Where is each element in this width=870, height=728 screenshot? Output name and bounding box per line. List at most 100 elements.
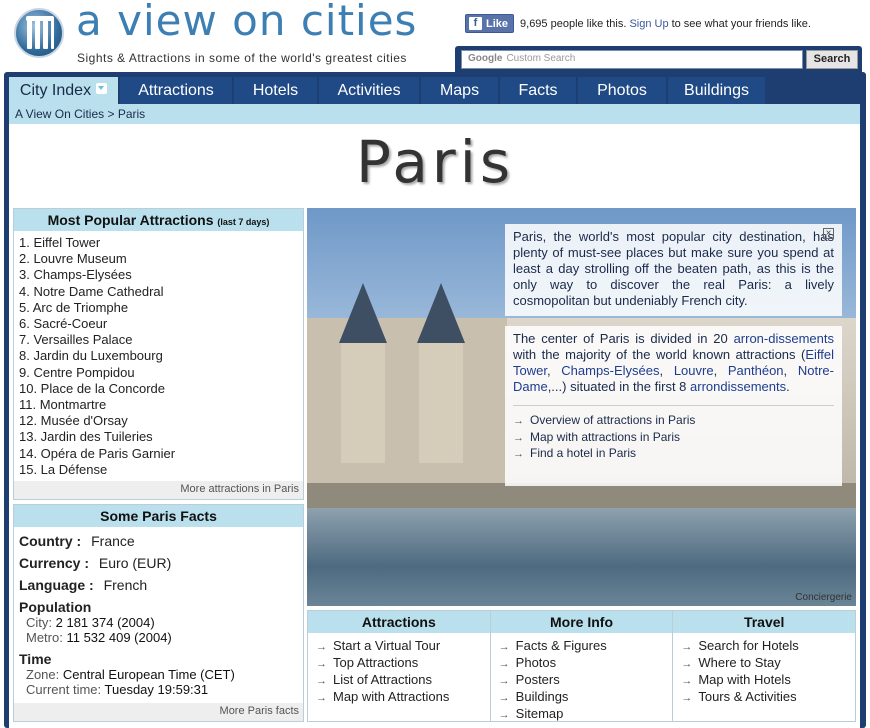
list-item[interactable]: → Facts & Figures bbox=[499, 638, 673, 655]
arrow-right-icon: → bbox=[498, 658, 510, 670]
list-item[interactable]: 12. Musée d'Orsay bbox=[19, 413, 303, 429]
list-item[interactable]: → Top Attractions bbox=[316, 655, 490, 672]
tab-city-index[interactable]: City Index bbox=[9, 77, 118, 104]
list-item[interactable]: → Map with attractions in Paris bbox=[513, 430, 834, 447]
tab-photos[interactable]: Photos bbox=[578, 77, 666, 104]
arrow-right-icon: → bbox=[498, 692, 510, 704]
arrow-right-icon: → bbox=[316, 658, 327, 670]
population-heading: Population bbox=[19, 599, 92, 615]
list-item[interactable]: 8. Jardin du Luxembourg bbox=[19, 348, 303, 364]
facebook-like-button[interactable]: f Like bbox=[465, 14, 515, 33]
more-attractions-link[interactable]: More attractions in Paris bbox=[14, 481, 303, 499]
list-item[interactable]: → Photos bbox=[499, 655, 673, 672]
list-item[interactable]: 3. Champs-Elysées bbox=[19, 267, 303, 283]
arrow-right-icon: → bbox=[681, 675, 693, 687]
logo-icon[interactable] bbox=[14, 8, 64, 58]
arrow-right-icon: → bbox=[498, 709, 510, 721]
fact-language: Language : French bbox=[19, 577, 148, 593]
arrow-right-icon: → bbox=[681, 641, 693, 653]
chevron-down-icon[interactable] bbox=[96, 83, 108, 94]
facts-title: Some Paris Facts bbox=[14, 505, 303, 527]
fact-current-time: Current time: Tuesday 19:59:31 bbox=[26, 682, 209, 697]
tab-buildings[interactable]: Buildings bbox=[668, 77, 765, 104]
travel-column: Travel → Search for Hotels → Where to Stay… bbox=[673, 611, 856, 721]
site-tagline: Sights & Attractions in some of the worl… bbox=[77, 51, 407, 65]
list-item[interactable]: → Search for Hotels bbox=[681, 638, 855, 655]
arrow-right-icon: → bbox=[316, 675, 327, 687]
facebook-count: 9,695 people like this. bbox=[520, 17, 627, 30]
arrow-right-icon: → bbox=[681, 658, 693, 670]
fact-city-population: City: 2 181 374 (2004) bbox=[26, 615, 155, 630]
arrow-right-icon: → bbox=[316, 692, 327, 704]
more-info-column: More Info → Facts & Figures → Photos → Post… bbox=[490, 611, 674, 723]
list-item[interactable]: → Sitemap bbox=[499, 706, 673, 723]
travel-heading: Travel bbox=[673, 611, 856, 633]
list-item[interactable]: 11. Montmartre bbox=[19, 397, 303, 413]
facebook-like-widget: f Like 9,695 people like this. Sign Up to… bbox=[465, 14, 811, 33]
list-item[interactable]: → List of Attractions bbox=[316, 672, 490, 689]
list-item[interactable]: 13. Jardin des Tuileries bbox=[19, 429, 303, 445]
list-item[interactable]: 2. Louvre Museum bbox=[19, 251, 303, 267]
center-text: The center of Paris is divided in 20 arr… bbox=[513, 331, 834, 394]
list-item[interactable]: → Where to Stay bbox=[681, 655, 855, 672]
arrow-right-icon: → bbox=[498, 675, 510, 687]
list-item[interactable]: → Find a hotel in Paris bbox=[513, 446, 834, 463]
champs-elysees-link[interactable]: Champs-Elysées bbox=[561, 363, 659, 378]
paris-facts-box: Some Paris Facts Country : France Curren… bbox=[13, 504, 304, 722]
list-item[interactable]: → Map with Attractions bbox=[316, 689, 490, 706]
search-input[interactable]: Google Custom Search bbox=[461, 50, 803, 69]
fact-country: Country : France bbox=[19, 533, 135, 549]
arrow-right-icon: → bbox=[316, 641, 327, 653]
list-item[interactable]: 1. Eiffel Tower bbox=[19, 235, 303, 251]
arrondissements-link-2[interactable]: arrondissements bbox=[690, 379, 786, 394]
list-item[interactable]: 15. La Défense bbox=[19, 462, 303, 478]
arrow-right-icon: → bbox=[513, 431, 524, 444]
breadcrumb[interactable]: A View On Cities > Paris bbox=[9, 104, 860, 124]
arrow-right-icon: → bbox=[513, 415, 524, 427]
list-item[interactable]: 9. Centre Pompidou bbox=[19, 365, 303, 381]
fact-zone: Zone: Central European Time (CET) bbox=[26, 667, 235, 682]
list-item[interactable]: → Overview of attractions in Paris bbox=[513, 413, 834, 430]
quick-links: → Overview of attractions in Paris → Map w… bbox=[513, 405, 834, 463]
tab-maps[interactable]: Maps bbox=[421, 77, 498, 104]
list-item[interactable]: 14. Opéra de Paris Garnier bbox=[19, 446, 303, 462]
more-facts-link[interactable]: More Paris facts bbox=[14, 703, 303, 721]
arrow-right-icon: → bbox=[498, 641, 510, 653]
list-item[interactable]: 6. Sacré-Coeur bbox=[19, 316, 303, 332]
intro-panel: × Paris, the world's most popular city d… bbox=[505, 224, 842, 316]
list-item[interactable]: → Posters bbox=[499, 672, 673, 689]
pantheon-link[interactable]: Panthéon bbox=[728, 363, 784, 378]
photo-caption: Conciergerie bbox=[795, 592, 852, 603]
list-item[interactable]: 7. Versailles Palace bbox=[19, 332, 303, 348]
center-panel: The center of Paris is divided in 20 arr… bbox=[505, 326, 842, 486]
fact-metro-population: Metro: 11 532 409 (2004) bbox=[26, 630, 172, 645]
tab-hotels[interactable]: Hotels bbox=[234, 77, 317, 104]
page-title: Paris bbox=[355, 128, 515, 196]
main-nav: City Index Attractions Hotels Activities… bbox=[9, 77, 767, 105]
attractions-column: Attractions → Start a Virtual Tour → Top A… bbox=[308, 611, 491, 721]
time-heading: Time bbox=[19, 651, 52, 667]
intro-text: Paris, the world's most popular city des… bbox=[513, 229, 834, 308]
list-item[interactable]: 5. Arc de Triomphe bbox=[19, 300, 303, 316]
search-bar: Google Custom Search Search bbox=[455, 46, 862, 72]
facebook-signup-link[interactable]: Sign Up bbox=[629, 18, 668, 30]
fact-currency: Currency : Euro (EUR) bbox=[19, 555, 172, 571]
tab-attractions[interactable]: Attractions bbox=[120, 77, 232, 104]
site-title[interactable]: a view on cities bbox=[76, 0, 417, 45]
list-item[interactable]: → Start a Virtual Tour bbox=[316, 638, 490, 655]
list-item[interactable]: 4. Notre Dame Cathedral bbox=[19, 284, 303, 300]
list-item[interactable]: 10. Place de la Concorde bbox=[19, 381, 303, 397]
popular-attractions-box: Most Popular Attractions (last 7 days) 1… bbox=[13, 208, 304, 500]
facebook-tail: to see what your friends like. bbox=[671, 17, 811, 30]
tab-activities[interactable]: Activities bbox=[319, 77, 419, 104]
close-icon[interactable]: × bbox=[823, 228, 834, 239]
list-item[interactable]: → Buildings bbox=[499, 689, 673, 706]
arrondissements-link[interactable]: arron-dissements bbox=[734, 331, 834, 346]
list-item[interactable]: → Map with Hotels bbox=[681, 672, 855, 689]
louvre-link[interactable]: Louvre bbox=[674, 363, 714, 378]
conciergerie-building bbox=[307, 318, 507, 488]
facebook-icon: f bbox=[469, 17, 482, 30]
tab-facts[interactable]: Facts bbox=[500, 77, 576, 104]
search-button[interactable]: Search bbox=[806, 50, 858, 69]
list-item[interactable]: → Tours & Activities bbox=[681, 689, 855, 706]
